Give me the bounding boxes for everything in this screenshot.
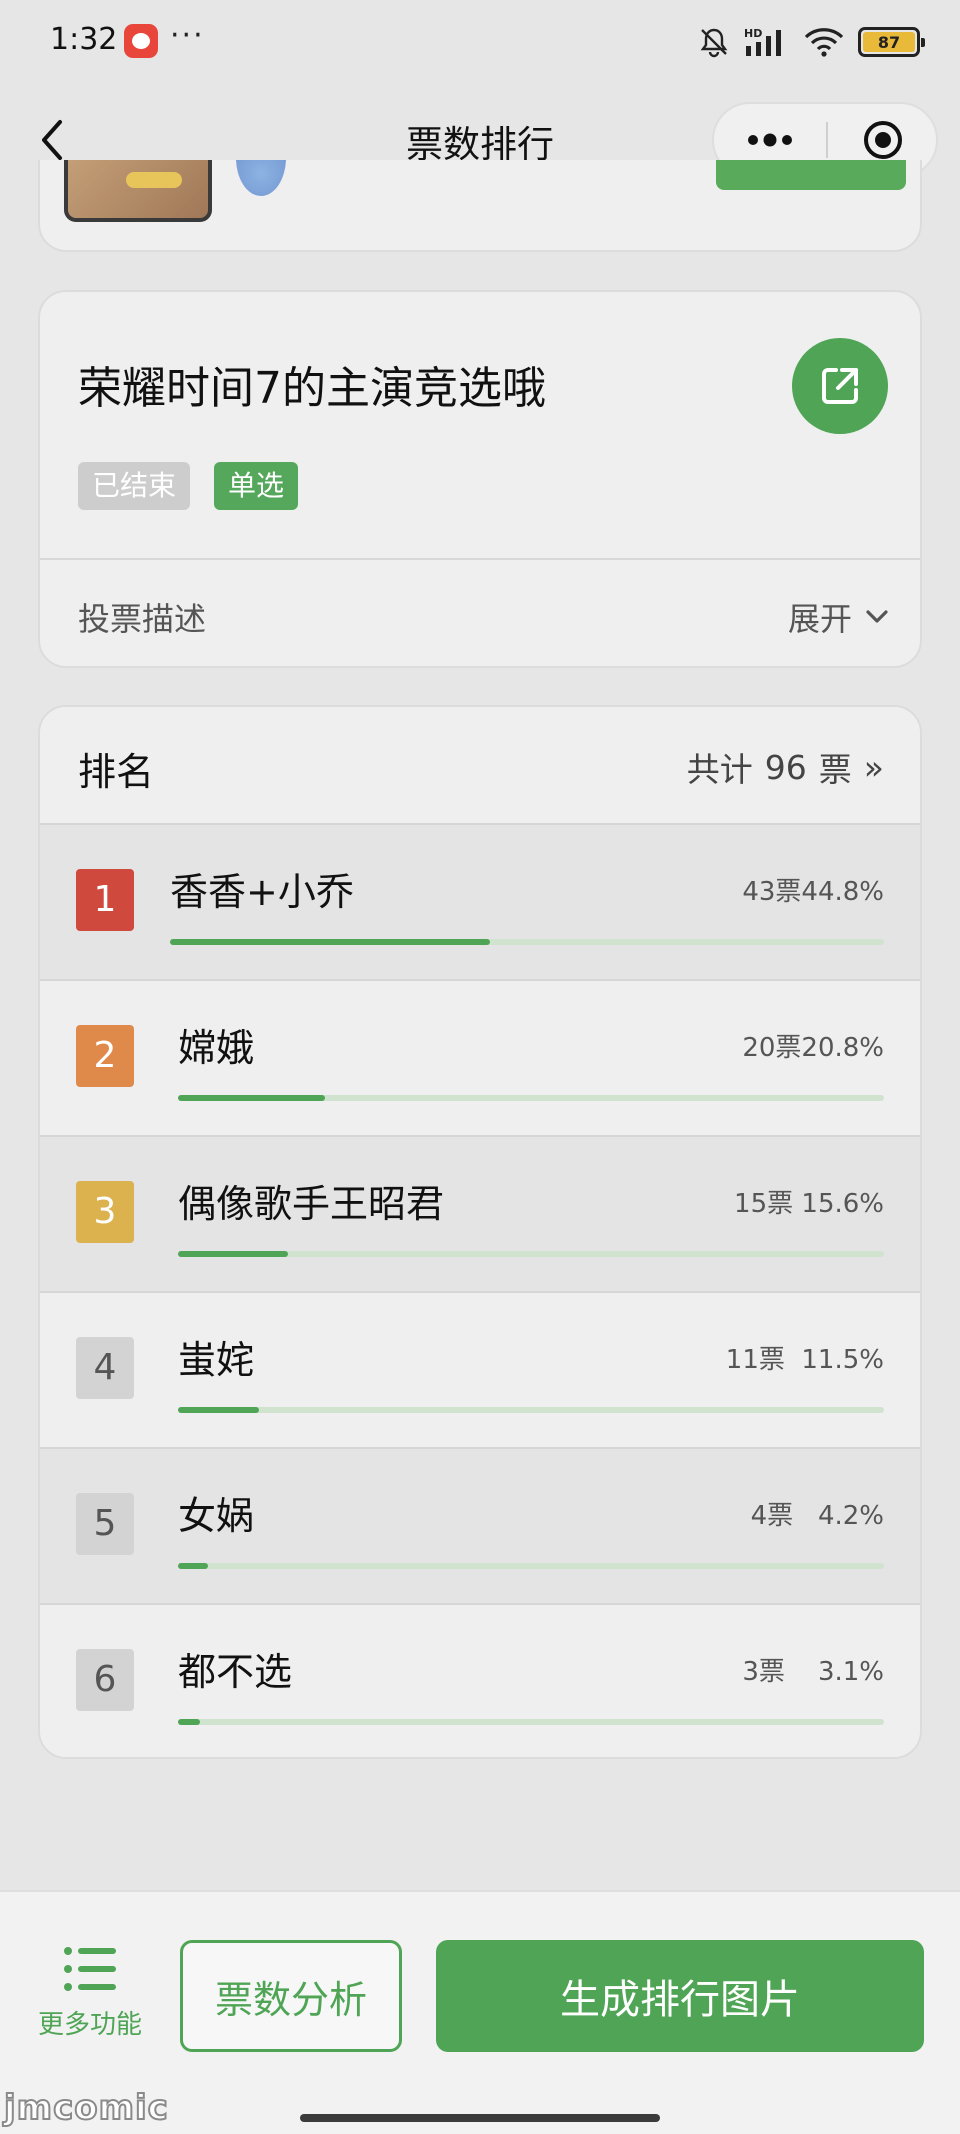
- rank-badge: 1: [76, 869, 134, 931]
- option-name: 都不选: [178, 1650, 293, 1694]
- battery-level: 87: [863, 32, 915, 52]
- vote-title: 荣耀时间7的主演竞选哦: [78, 363, 546, 414]
- status-badge: 已结束: [78, 462, 191, 510]
- partial-ad-card[interactable]: [38, 160, 922, 252]
- option-vote-stats: 4票 4.2%: [750, 1501, 884, 1531]
- bottom-action-bar: 更多功能 票数分析 生成排行图片 jmcomic: [0, 1890, 960, 2134]
- total-prefix: 共计: [686, 750, 753, 789]
- total-votes-count: 96: [764, 747, 807, 787]
- status-icons: HD 87: [698, 22, 925, 62]
- more-functions-label: 更多功能: [37, 2010, 142, 2040]
- status-bar: 1:32 ··· HD 87: [0, 0, 960, 86]
- wifi-icon: [804, 28, 844, 57]
- ad-thumbnail-image: [64, 160, 212, 222]
- ranking-row[interactable]: 4 蚩姹 11票 11.5%: [40, 1293, 920, 1449]
- option-name: 女娲: [178, 1494, 255, 1538]
- ad-action-button[interactable]: [716, 160, 906, 190]
- rank-badge: 6: [76, 1649, 134, 1711]
- ranking-row[interactable]: 5 女娲 4票 4.2%: [40, 1449, 920, 1605]
- expand-description-button[interactable]: 展开: [788, 594, 890, 640]
- hd-signal-icon: HD: [744, 27, 781, 56]
- vote-progress-track: [178, 1407, 884, 1413]
- vote-progress-track: [170, 939, 884, 945]
- ranking-row[interactable]: 3 偶像歌手王昭君 15票 15.6%: [40, 1137, 920, 1293]
- bell-muted-icon: [700, 28, 728, 58]
- rank-badge: 4: [76, 1337, 134, 1399]
- ranking-row[interactable]: 2 嫦娥 20票20.8%: [40, 981, 920, 1137]
- double-chevron-right-icon: »: [863, 747, 884, 787]
- option-vote-stats: 3票 3.1%: [742, 1657, 884, 1687]
- option-vote-stats: 43票44.8%: [742, 877, 884, 907]
- target-circle-icon: [864, 121, 902, 159]
- expand-label: 展开: [787, 600, 852, 638]
- ranking-card: 排名 共计 96 票 » 1 香香+小乔 43票44.8% 2 嫦娥 20票20.8% 3 偶…: [38, 705, 922, 1759]
- watermark-text: jmcomic: [3, 2087, 169, 2129]
- divider: [40, 558, 920, 560]
- list-menu-icon: [64, 1947, 116, 1991]
- more-functions-button[interactable]: 更多功能: [30, 1944, 150, 2041]
- vote-progress-fill: [178, 1563, 208, 1569]
- vote-type-badge: 单选: [214, 462, 299, 510]
- vote-progress-fill: [178, 1095, 325, 1101]
- rank-badge: 3: [76, 1181, 134, 1243]
- option-vote-stats: 15票 15.6%: [734, 1189, 884, 1219]
- ad-avatar-image: [236, 160, 286, 196]
- option-name: 蚩姹: [178, 1338, 255, 1382]
- option-vote-stats: 20票20.8%: [742, 1033, 884, 1063]
- vote-progress-track: [178, 1095, 884, 1101]
- status-more-dots: ···: [170, 18, 205, 53]
- option-vote-stats: 11票 11.5%: [725, 1345, 884, 1375]
- chevron-down-icon: [866, 610, 888, 623]
- status-time: 1:32: [50, 22, 118, 57]
- vote-tags: 已结束 单选: [78, 462, 299, 510]
- ranking-header: 排名 共计 96 票 »: [40, 707, 920, 825]
- rank-badge: 5: [76, 1493, 134, 1555]
- vote-description-label: 投票描述: [78, 600, 207, 638]
- total-suffix: 票: [818, 750, 852, 789]
- vote-analysis-button[interactable]: 票数分析: [180, 1940, 402, 2052]
- more-dots-icon: [748, 133, 792, 147]
- ranking-row[interactable]: 6 都不选 3票 3.1%: [40, 1605, 920, 1757]
- vote-progress-track: [178, 1563, 884, 1569]
- ad-thumbnail-label: [126, 172, 182, 188]
- vote-progress-track: [178, 1251, 884, 1257]
- vote-progress-fill: [178, 1407, 260, 1413]
- svg-text:HD: HD: [744, 27, 762, 40]
- ranking-list: 1 香香+小乔 43票44.8% 2 嫦娥 20票20.8% 3 偶像歌手王昭君 15票 15.…: [40, 825, 920, 1757]
- vote-progress-fill: [178, 1719, 200, 1725]
- option-name: 嫦娥: [178, 1026, 255, 1070]
- total-votes-link[interactable]: 共计 96 票 »: [687, 743, 884, 791]
- option-name: 偶像歌手王昭君: [178, 1182, 445, 1226]
- share-button[interactable]: [792, 338, 888, 434]
- vote-progress-track: [178, 1719, 884, 1725]
- share-external-icon: [822, 368, 858, 404]
- vote-progress-fill: [170, 939, 490, 945]
- home-indicator[interactable]: [300, 2114, 660, 2122]
- vote-progress-fill: [178, 1251, 289, 1257]
- ranking-row[interactable]: 1 香香+小乔 43票44.8%: [40, 825, 920, 981]
- vote-info-card: 荣耀时间7的主演竞选哦 已结束 单选 投票描述 展开: [38, 290, 922, 668]
- ranking-title: 排名: [78, 750, 155, 794]
- option-name: 香香+小乔: [170, 870, 354, 914]
- battery-icon: 87: [858, 27, 925, 57]
- app-notification-icon: [124, 24, 158, 58]
- generate-ranking-image-button[interactable]: 生成排行图片: [436, 1940, 924, 2052]
- rank-badge: 2: [76, 1025, 134, 1087]
